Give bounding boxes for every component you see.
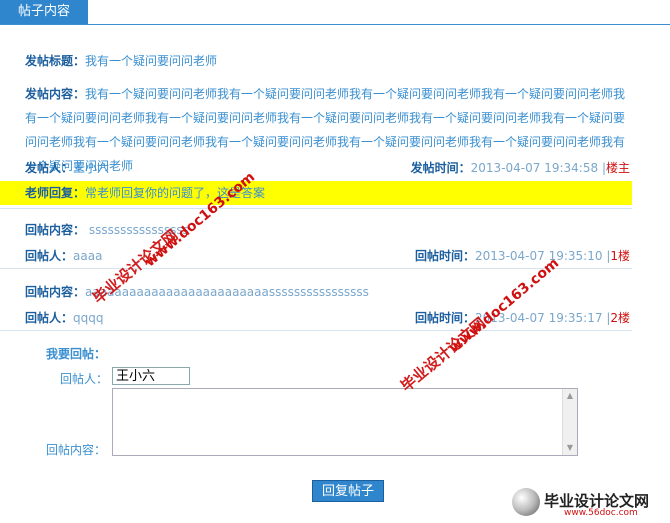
reply-form-heading: 我要回帖： (46, 347, 107, 361)
reply-1-time-row: 回帖时间：2013-04-07 19:35:10 |1楼 (415, 247, 630, 265)
reply-2-author-row: 回帖人：qqqq (25, 309, 103, 327)
reply-content-label: 回帖内容： (46, 443, 107, 457)
reply-1-author-value: aaaa (73, 249, 103, 263)
reply-2-author-value: qqqq (73, 311, 104, 325)
logo-url: www.56doc.com (564, 508, 638, 518)
site-logo: 毕业设计论文网 www.56doc.com (512, 488, 662, 518)
teacher-reply-label: 老师回复： (25, 186, 86, 200)
reply-content-textarea[interactable]: ▲ ▼ (112, 388, 578, 456)
reply-2-floor: 2楼 (610, 311, 630, 325)
reply-author-input[interactable]: 王小六 (112, 367, 190, 385)
post-title-value: 我有一个疑问要问问老师 (85, 54, 218, 68)
post-title-label: 发帖标题： (25, 54, 86, 68)
reply-1-content-label: 回帖内容： (25, 223, 86, 237)
reply-2-content-label: 回帖内容： (25, 285, 86, 299)
post-time-value: 2013-04-07 19:34:58 (470, 161, 599, 175)
submit-reply-button[interactable]: 回复帖子 (312, 480, 384, 502)
post-floor: 楼主 (605, 161, 630, 175)
reply-1-author-row: 回帖人：aaaa (25, 247, 102, 265)
reply-2-time-row: 回帖时间：2013-04-07 19:35:17 |2楼 (415, 309, 630, 327)
post-title-row: 发帖标题：我有一个疑问要问问老师 (25, 52, 217, 70)
post-content-label: 发帖内容： (25, 87, 86, 101)
scroll-up-icon[interactable]: ▲ (564, 390, 576, 402)
reply-1-floor: 1楼 (610, 249, 630, 263)
reply-1-author-label: 回帖人： (25, 249, 74, 263)
scroll-down-icon[interactable]: ▼ (564, 442, 576, 454)
textarea-scrollbar[interactable]: ▲ ▼ (562, 389, 577, 455)
post-author-value: 王小六 (73, 161, 110, 175)
post-author-row: 发帖人：王小六 (25, 159, 109, 177)
post-author-label: 发帖人： (25, 161, 74, 175)
post-time-label: 发帖时间： (410, 161, 471, 175)
tab-post-content[interactable]: 帖子内容 (0, 0, 88, 24)
post-time-row: 发帖时间：2013-04-07 19:34:58 |楼主 (411, 159, 630, 177)
reply-1-time-label: 回帖时间： (415, 249, 476, 263)
watermark-url: www.doc163.com (446, 255, 563, 357)
reply-2-content-row: 回帖内容：aaaaaaaaaaaaaaaaaaaaaaaaassssssssss… (25, 283, 369, 301)
globe-icon (512, 488, 540, 516)
divider (0, 330, 632, 331)
reply-2-author-label: 回帖人： (25, 311, 74, 325)
tab-bar: 帖子内容 (0, 0, 670, 25)
divider (0, 208, 632, 209)
reply-1-time-value: 2013-04-07 19:35:10 (475, 249, 603, 263)
reply-2-content-value: aaaaaaaaaaaaaaaaaaaaaaaaasssssssssssssss… (85, 285, 369, 299)
reply-author-label: 回帖人： (60, 372, 109, 386)
